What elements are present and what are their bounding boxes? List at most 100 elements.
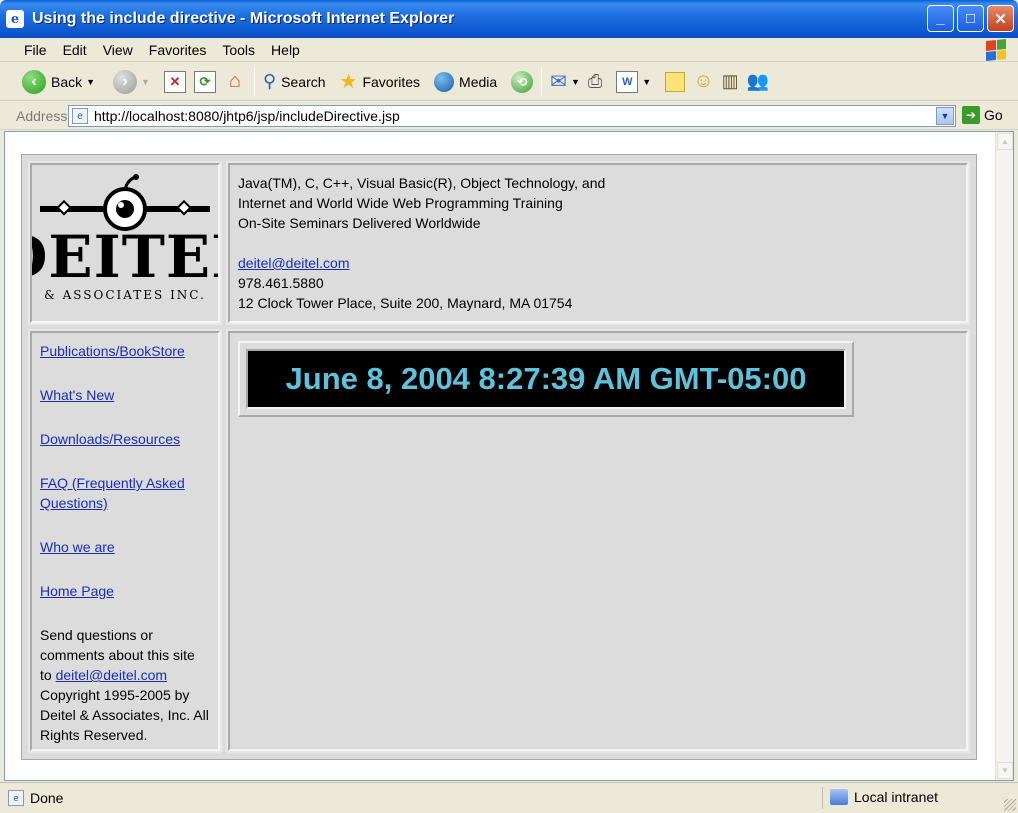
- search-label: Search: [281, 73, 326, 90]
- address-url[interactable]: http://localhost:8080/jhtp6/jsp/includeD…: [94, 108, 400, 124]
- nav-link-faq[interactable]: FAQ (Frequently Asked Questions): [40, 473, 210, 513]
- info-email-link[interactable]: deitel@deitel.com: [238, 255, 350, 271]
- address-dropdown-icon[interactable]: ▼: [936, 107, 954, 125]
- ie-page-icon: e: [6, 10, 24, 28]
- nav-link-downloads[interactable]: Downloads/Resources: [40, 429, 210, 449]
- info-address: 12 Clock Tower Place, Suite 200, Maynard…: [238, 295, 573, 311]
- people-icon: 👥: [746, 71, 770, 91]
- menu-file[interactable]: File: [16, 42, 55, 58]
- research-button[interactable]: ▥: [718, 67, 743, 97]
- smiley-icon: ☺: [693, 70, 714, 92]
- note-icon: [665, 71, 686, 92]
- stop-button[interactable]: ✕: [160, 67, 190, 97]
- word-edit-icon: W: [616, 70, 639, 93]
- logo-brand: DEITEL: [32, 223, 218, 291]
- page-table: DEITEL & ASSOCIATES INC. Java(TM), C, C+…: [0, 154, 977, 760]
- status-bar: e Done Local intranet: [0, 782, 1018, 813]
- home-button[interactable]: ⌂: [220, 67, 250, 97]
- toolbar-separator: [541, 67, 543, 96]
- back-button[interactable]: ‹ Back ▼: [18, 67, 99, 97]
- star-icon: ★: [339, 71, 358, 93]
- info-phone: 978.461.5880: [238, 275, 324, 291]
- page-icon: e: [72, 108, 88, 124]
- home-icon: ⌂: [228, 70, 242, 92]
- nav-link-home[interactable]: Home Page: [40, 581, 210, 601]
- favorites-label: Favorites: [362, 73, 421, 90]
- page-viewport[interactable]: DEITEL & ASSOCIATES INC. Java(TM), C, C+…: [0, 131, 1014, 781]
- info-line-2: Internet and World Wide Web Programming …: [238, 195, 563, 211]
- resize-grip-icon[interactable]: [1004, 799, 1016, 811]
- menu-edit[interactable]: Edit: [55, 42, 95, 58]
- deitel-logo: DEITEL & ASSOCIATES INC.: [0, 174, 252, 302]
- nav-link-whats-new[interactable]: What's New: [40, 385, 210, 405]
- toolbar-separator: [253, 67, 255, 96]
- intranet-icon: [830, 789, 848, 805]
- refresh-icon: ⟳: [193, 70, 216, 93]
- nav-cell: Publications/BookStore What's New Downlo…: [30, 331, 220, 751]
- info-cell: Java(TM), C, C++, Visual Basic(R), Objec…: [228, 163, 968, 323]
- security-zone[interactable]: Local intranet: [830, 789, 938, 805]
- mail-dropdown-icon[interactable]: ▼: [571, 77, 580, 87]
- search-button[interactable]: ⚲ Search: [259, 67, 330, 97]
- zone-label: Local intranet: [854, 789, 939, 805]
- back-dropdown-icon[interactable]: ▼: [86, 77, 95, 87]
- logo-cell: DEITEL & ASSOCIATES INC.: [0, 163, 252, 323]
- edit-dropdown-icon[interactable]: ▼: [642, 77, 651, 87]
- history-button[interactable]: ⟲: [507, 67, 537, 97]
- footer-copyright: Copyright 1995-2005 by Deitel & Associat…: [40, 687, 209, 743]
- stop-icon: ✕: [163, 70, 186, 93]
- scroll-up-icon[interactable]: ▲: [997, 133, 1013, 150]
- address-label: Address: [16, 107, 68, 124]
- menu-view[interactable]: View: [95, 42, 141, 58]
- minimize-button[interactable]: _: [927, 5, 954, 32]
- refresh-button[interactable]: ⟳: [190, 67, 220, 97]
- forward-dropdown-icon[interactable]: ▼: [141, 77, 150, 87]
- toolbar: ‹ Back ▼ › ▼ ✕ ⟳ ⌂ ⚲ Search ★ Favorites …: [0, 63, 1018, 101]
- clock-display: June 8, 2004 8:27:39 AM GMT-05:00: [246, 349, 846, 409]
- menu-favorites[interactable]: Favorites: [141, 42, 215, 58]
- title-bar[interactable]: e Using the include directive - Microsof…: [0, 0, 1018, 38]
- edit-button[interactable]: W ▼: [612, 67, 655, 97]
- close-button[interactable]: ✕: [987, 5, 1014, 32]
- media-icon: [434, 71, 455, 92]
- contacts-button[interactable]: 👥: [743, 67, 773, 97]
- menu-tools[interactable]: Tools: [214, 42, 263, 58]
- maximize-button[interactable]: □: [957, 5, 984, 32]
- search-icon: ⚲: [262, 71, 277, 91]
- messenger-button[interactable]: ☺: [689, 67, 717, 97]
- media-label: Media: [459, 73, 498, 90]
- window-title: Using the include directive - Microsoft …: [32, 10, 455, 27]
- address-input[interactable]: e http://localhost:8080/jhtp6/jsp/includ…: [68, 105, 956, 127]
- status-text: Done: [30, 790, 64, 806]
- favorites-button[interactable]: ★ Favorites: [336, 67, 425, 97]
- scroll-down-icon[interactable]: ▼: [997, 762, 1013, 779]
- nav-link-who-we-are[interactable]: Who we are: [40, 537, 210, 557]
- back-arrow-icon: ‹: [22, 69, 46, 94]
- mail-icon: ✉: [550, 71, 567, 93]
- windows-logo-icon: [986, 38, 1006, 62]
- address-bar: Address e http://localhost:8080/jhtp6/js…: [0, 102, 1018, 130]
- status-separator: [822, 787, 823, 809]
- menu-help[interactable]: Help: [263, 42, 308, 58]
- footer-email-link[interactable]: deitel@deitel.com: [56, 667, 168, 683]
- forward-button[interactable]: › ▼: [109, 67, 154, 97]
- media-button[interactable]: Media: [430, 67, 501, 97]
- go-label: Go: [984, 107, 1003, 123]
- history-icon: ⟲: [511, 70, 534, 93]
- discuss-button[interactable]: [661, 67, 689, 97]
- mail-button[interactable]: ✉ ▼: [546, 67, 584, 97]
- books-icon: ▥: [721, 71, 739, 91]
- info-line-1: Java(TM), C, C++, Visual Basic(R), Objec…: [238, 175, 606, 191]
- back-label: Back: [51, 73, 83, 90]
- nav-link-publications[interactable]: Publications/BookStore: [40, 341, 210, 361]
- page-done-icon: e: [8, 790, 24, 806]
- logo-sub: & ASSOCIATES INC.: [44, 288, 206, 302]
- vertical-scrollbar[interactable]: ▲ ▼: [995, 132, 1013, 780]
- print-icon: ⎙: [587, 71, 603, 91]
- go-arrow-icon: ➔: [962, 106, 980, 124]
- forward-arrow-icon: ›: [113, 69, 138, 94]
- print-button[interactable]: ⎙: [584, 67, 606, 97]
- go-button[interactable]: ➔ Go: [962, 106, 1003, 124]
- clock-table: June 8, 2004 8:27:39 AM GMT-05:00: [238, 341, 854, 417]
- footer-text: Send questions or comments about this si…: [40, 625, 210, 745]
